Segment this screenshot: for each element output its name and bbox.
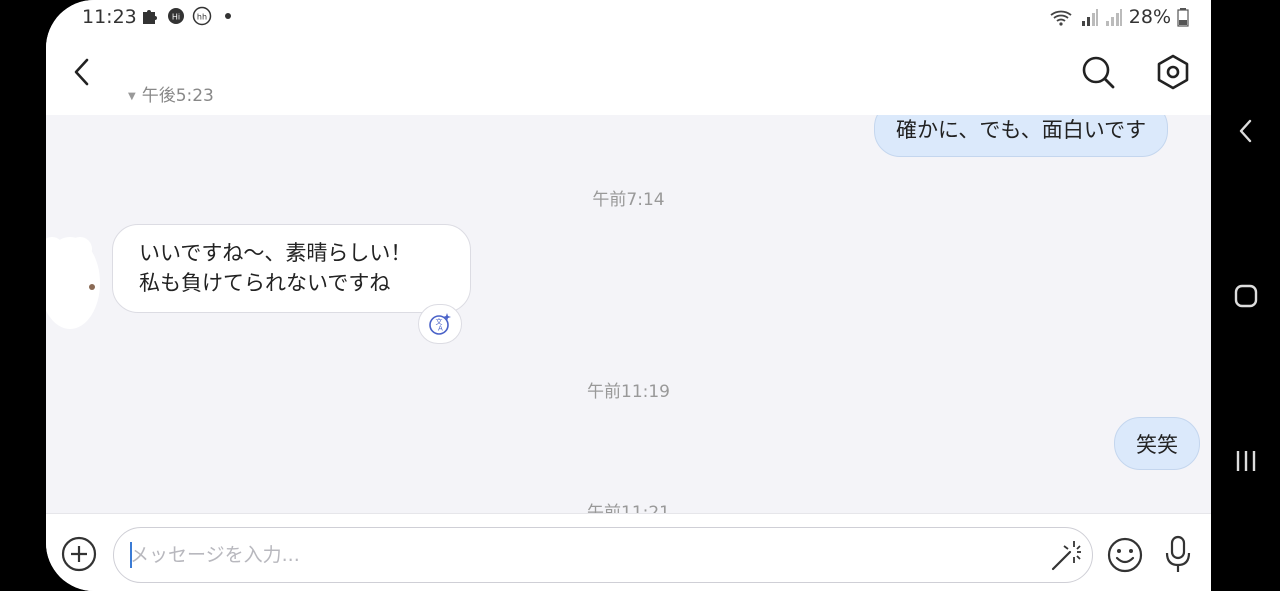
nav-recents-icon	[1236, 451, 1256, 471]
settings-icon[interactable]	[1153, 52, 1193, 92]
incoming-message[interactable]: いいですね〜、素晴らしい！ 私も負けてられないですね	[112, 224, 471, 313]
nav-back-icon	[1239, 119, 1252, 143]
system-home-button[interactable]	[1229, 279, 1263, 313]
svg-text:hh: hh	[197, 13, 207, 22]
timestamp: 午前11:21	[587, 503, 670, 513]
emoji-icon[interactable]	[1106, 536, 1144, 574]
avatar-image	[46, 237, 100, 329]
back-button[interactable]	[64, 54, 100, 90]
timestamp: 午前11:19	[587, 382, 670, 402]
nav-home-icon	[1234, 284, 1258, 308]
microphone-icon[interactable]	[1163, 534, 1193, 574]
system-recents-button[interactable]	[1229, 444, 1263, 478]
system-back-button[interactable]	[1229, 114, 1263, 148]
search-icon[interactable]	[1078, 52, 1118, 92]
svg-text:A: A	[438, 325, 443, 333]
hh-icon: hh	[192, 6, 212, 26]
magic-wand-icon[interactable]	[1048, 538, 1084, 574]
puzzle-icon	[143, 10, 157, 24]
dot-icon	[225, 13, 231, 19]
text-cursor	[130, 542, 132, 568]
translate-icon: 文 A	[429, 313, 451, 335]
caret-down-icon: ▼	[128, 90, 136, 102]
status-right: 28%	[1049, 6, 1189, 28]
system-navigation-bar	[1211, 0, 1280, 591]
phone-screen: 11:23 Hi hh 28% ▼ 午後5:23 確かに、でも、面白いです 午前7…	[46, 0, 1211, 591]
timestamp: 午前7:14	[592, 190, 665, 210]
message-composer	[46, 513, 1211, 591]
signal-icon	[1081, 9, 1098, 26]
message-input[interactable]	[130, 540, 1030, 570]
signal-icon	[1105, 9, 1122, 26]
plus-circle-icon[interactable]	[61, 536, 97, 572]
message-input-wrapper[interactable]	[113, 527, 1093, 583]
translate-button[interactable]: 文 A	[418, 304, 462, 344]
outgoing-message[interactable]: 確かに、でも、面白いです	[874, 115, 1169, 157]
chat-header: ▼ 午後5:23	[46, 36, 1211, 115]
wifi-icon	[1050, 10, 1072, 26]
outgoing-message[interactable]: 笑笑	[1114, 417, 1200, 470]
status-time: 11:23	[82, 6, 137, 28]
notification-icons: Hi hh	[140, 6, 238, 26]
partial-timestamp: ▼ 午後5:23	[128, 86, 214, 106]
battery-icon	[1177, 8, 1189, 27]
status-bar: 11:23 Hi hh 28%	[46, 0, 1211, 36]
svg-text:Hi: Hi	[172, 13, 180, 22]
battery-percent: 28%	[1128, 6, 1171, 28]
avatar[interactable]	[46, 235, 102, 331]
chat-area[interactable]: 確かに、でも、面白いです 午前7:14 いいですね〜、素晴らしい！ 私も負けてら…	[46, 115, 1211, 513]
chevron-left-icon	[74, 58, 89, 86]
chat-hi-icon: Hi	[168, 8, 184, 24]
